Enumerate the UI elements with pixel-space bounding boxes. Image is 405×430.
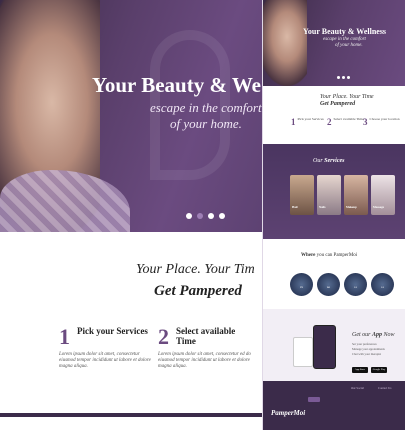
carousel-dot[interactable] [337,76,340,79]
app-store-button[interactable]: App Store [352,367,368,373]
app-promo-title: Get our App Now [352,332,395,338]
app-feature: Manage your appointments [352,347,385,351]
step-number: 2 [327,117,332,127]
city-badge-ca[interactable]: CA [344,273,367,296]
mobile-step-1: 1 Pick your Services [291,117,329,127]
step-number: 1 [291,117,296,127]
carousel-dot[interactable] [347,76,350,79]
mobile-app-promo: Get our App Now Set your preferences Man… [263,309,405,381]
service-card-makeup[interactable]: Makeup [344,175,368,215]
where-title: Where you can PamperMoi [301,253,358,258]
hero-scarf-graphic [0,170,130,232]
city-badge-ca-2[interactable]: CA [371,273,394,296]
mobile-hero-sub1: escape in the comfort [323,37,366,42]
footer-contact-heading: Contact Us [378,386,392,390]
service-card-nails[interactable]: Nails [317,175,341,215]
step-number: 2 [158,324,169,349]
mobile-hero: Your Beauty & Wellness escape in the com… [263,0,405,86]
step-number: 1 [59,324,70,349]
service-card-massage[interactable]: Massage [371,175,395,215]
mobile-hero-sub2: of your home. [335,43,363,48]
carousel-dot[interactable] [208,213,214,219]
mobile-footer: Our Social Contact Us PamperMoi [263,381,405,430]
step-title: Pick your Services [77,326,148,336]
step-title: Choose your location [369,117,400,121]
step-title: Select available Time [176,326,236,346]
mobile-hero-photo [263,0,307,86]
step-title: Pick your Services [297,117,324,121]
carousel-dot[interactable] [186,213,192,219]
service-card-hair[interactable]: Hair [290,175,314,215]
city-badge-wa[interactable]: WA [317,273,340,296]
app-feature: Set your preferences [352,342,377,346]
mobile-pamper-section: Your Place. Your Time Get Pampered 1 Pic… [263,86,405,144]
mobile-where-section: Where you can PamperMoi NY WA CA CA [263,239,405,309]
footer-social-heading: Our Social [351,386,364,390]
hero-subtitle-line2: of your home. [170,116,242,131]
carousel-dot[interactable] [219,213,225,219]
phone-mockup-back [293,337,313,367]
footer-subscribe-button[interactable] [308,397,320,402]
mobile-preview: Your Beauty & Wellness escape in the com… [262,0,405,430]
city-badge-ny[interactable]: NY [290,273,313,296]
step-body: Lorem ipsum dolor sit amet, consectetur … [59,352,151,369]
pamper-section: Your Place. Your Tim Get Pampered 1 Pick… [0,232,262,417]
footer-logo[interactable]: PamperMoi [271,409,305,417]
mobile-pamper-heading: Get Pampered [320,101,356,107]
mobile-hero-title: Your Beauty & Wellness [303,27,387,36]
google-play-button[interactable]: Google Play [371,367,387,373]
step-title: Select available Time [333,117,364,121]
app-feature: Chat with your therapist [352,352,382,356]
mobile-step-3: 3 Choose your location [363,117,401,127]
mobile-services-section: Our Services Hair Nails Makeup Massage [263,144,405,239]
step-body: Lorem ipsum dolor sit amet, consectetur … [158,352,251,369]
section-divider [0,413,262,417]
hero-banner: Your Beauty & We escape in the comfort o… [0,0,262,232]
carousel-dot[interactable] [342,76,345,79]
hero-title: Your Beauty & We [92,73,261,97]
hero-subtitle-line1: escape in the comfort [150,100,262,115]
carousel-dot-active[interactable] [197,213,203,219]
carousel-dots [186,213,225,219]
mobile-pamper-tagline: Your Place. Your Time [320,94,374,100]
services-title: Our Services [313,158,345,164]
phone-mockup-front [313,325,336,369]
mobile-carousel-dots [337,76,350,79]
pamper-heading: Get Pampered [154,283,242,299]
pamper-tagline: Your Place. Your Tim [136,262,255,277]
step-number: 3 [363,117,368,127]
mobile-step-2: 2 Select available Time [327,117,365,127]
